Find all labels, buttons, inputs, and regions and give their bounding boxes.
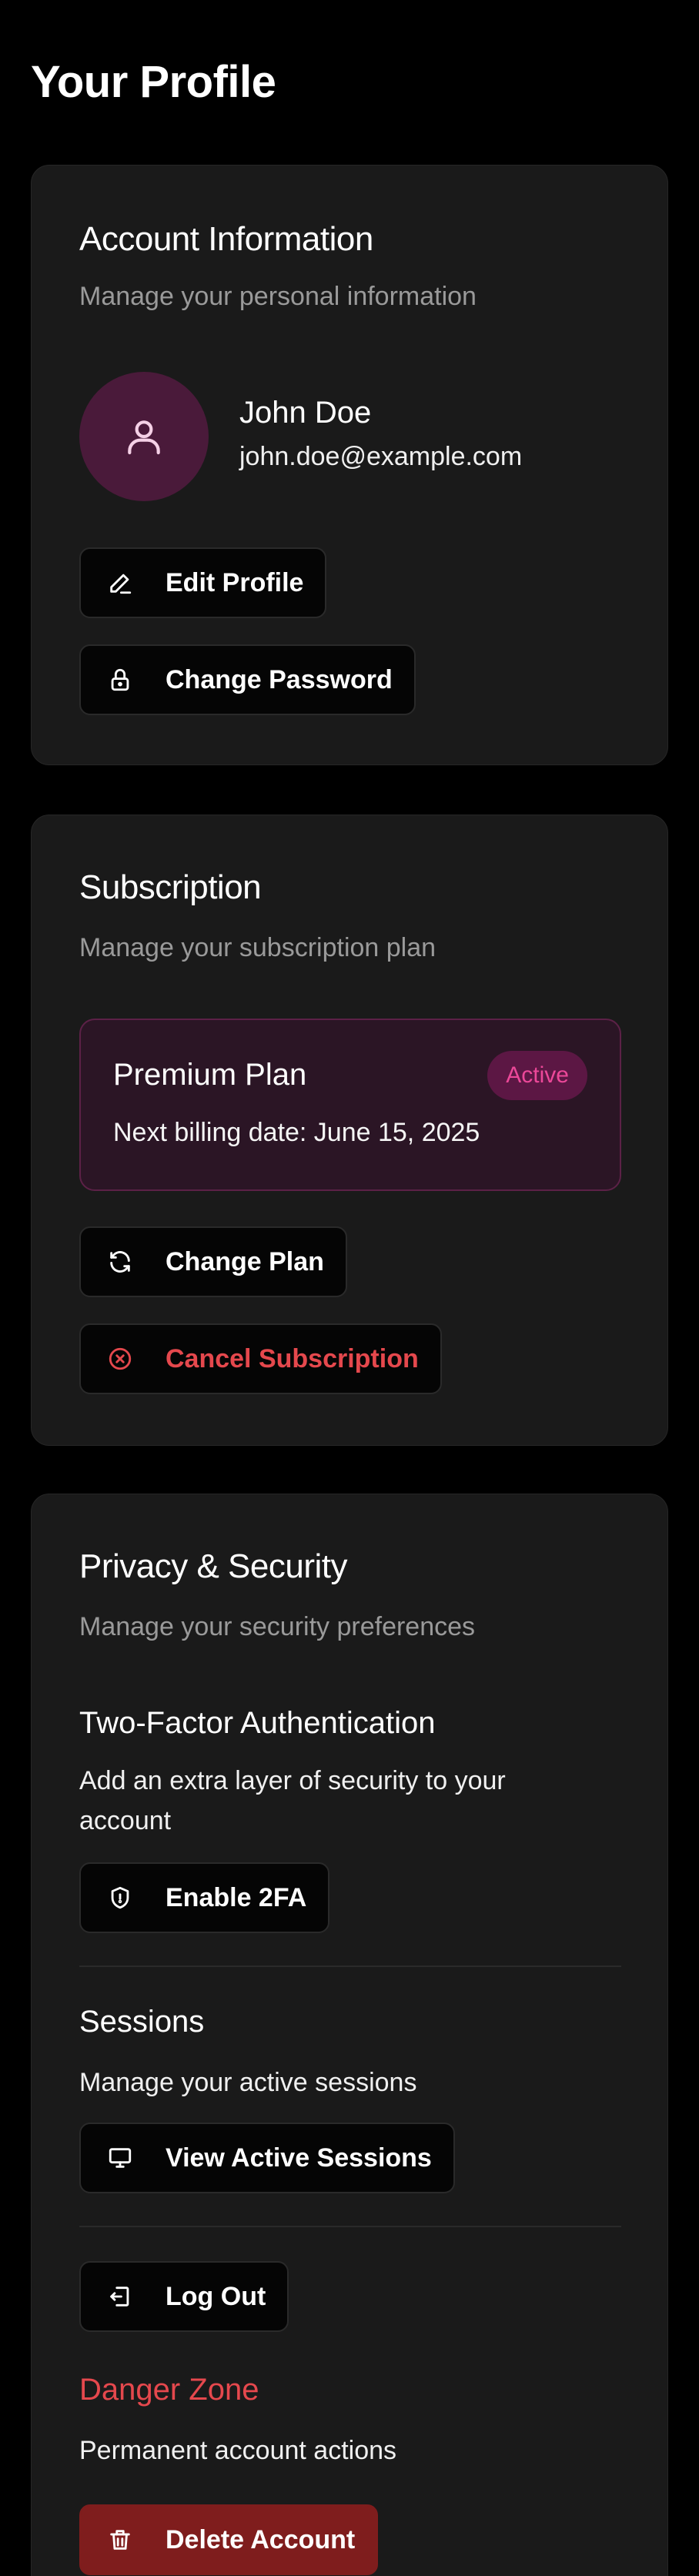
account-card-title: Account Information xyxy=(79,220,373,258)
shield-icon xyxy=(107,1885,133,1911)
privacy-card-subtitle: Manage your security preferences xyxy=(79,1612,476,1641)
account-card-subtitle: Manage your personal information xyxy=(79,282,477,311)
logout-icon xyxy=(107,2283,133,2310)
status-badge: Active xyxy=(487,1051,587,1100)
billing-date: Next billing date: June 15, 2025 xyxy=(113,1118,480,1147)
edit-profile-label: Edit Profile xyxy=(166,567,304,597)
edit-profile-button[interactable]: Edit Profile xyxy=(79,547,327,618)
change-plan-label: Change Plan xyxy=(166,1246,324,1276)
plan-box: Premium Plan Active Next billing date: J… xyxy=(79,1019,621,1191)
change-password-label: Change Password xyxy=(166,664,393,694)
change-password-button[interactable]: Change Password xyxy=(79,644,416,715)
enable-2fa-button[interactable]: Enable 2FA xyxy=(79,1862,330,1933)
view-sessions-button[interactable]: View Active Sessions xyxy=(79,2123,455,2193)
x-circle-icon xyxy=(107,1346,133,1372)
user-icon xyxy=(128,420,160,455)
pencil-icon xyxy=(107,570,133,596)
lock-icon xyxy=(107,667,133,693)
user-name: John Doe xyxy=(239,396,372,430)
avatar xyxy=(79,372,209,501)
subscription-card-title: Subscription xyxy=(79,868,262,906)
divider xyxy=(79,2226,621,2227)
divider xyxy=(79,1965,621,1967)
cancel-subscription-label: Cancel Subscription xyxy=(166,1343,419,1373)
danger-zone-title: Danger Zone xyxy=(79,2373,259,2407)
plan-name: Premium Plan xyxy=(113,1058,307,1092)
log-out-button[interactable]: Log Out xyxy=(79,2261,289,2332)
view-sessions-label: View Active Sessions xyxy=(166,2143,432,2173)
danger-zone-text: Permanent account actions xyxy=(79,2436,397,2465)
cancel-subscription-button[interactable]: Cancel Subscription xyxy=(79,1323,442,1394)
subscription-card-subtitle: Manage your subscription plan xyxy=(79,933,436,962)
privacy-card: Privacy & Security Manage your security … xyxy=(31,1494,668,2576)
subscription-card: Subscription Manage your subscription pl… xyxy=(31,815,668,1446)
sessions-text: Manage your active sessions xyxy=(79,2068,417,2097)
twofa-title: Two-Factor Authentication xyxy=(79,1706,436,1740)
log-out-label: Log Out xyxy=(166,2281,266,2311)
change-plan-button[interactable]: Change Plan xyxy=(79,1226,347,1297)
privacy-card-title: Privacy & Security xyxy=(79,1547,347,1585)
monitor-icon xyxy=(107,2145,133,2171)
twofa-text: Add an extra layer of security to your a… xyxy=(79,1766,506,1835)
trash-icon xyxy=(107,2527,133,2553)
delete-account-label: Delete Account xyxy=(166,2524,356,2554)
enable-2fa-label: Enable 2FA xyxy=(166,1882,307,1912)
sessions-title: Sessions xyxy=(79,2005,205,2039)
user-email: john.doe@example.com xyxy=(239,442,523,471)
page-title: Your Profile xyxy=(31,57,276,107)
delete-account-button[interactable]: Delete Account xyxy=(79,2504,379,2575)
account-card: Account Information Manage your personal… xyxy=(31,165,668,765)
profile-page: Your Profile Account Information Manage … xyxy=(0,0,699,2576)
refresh-icon xyxy=(107,1249,133,1275)
